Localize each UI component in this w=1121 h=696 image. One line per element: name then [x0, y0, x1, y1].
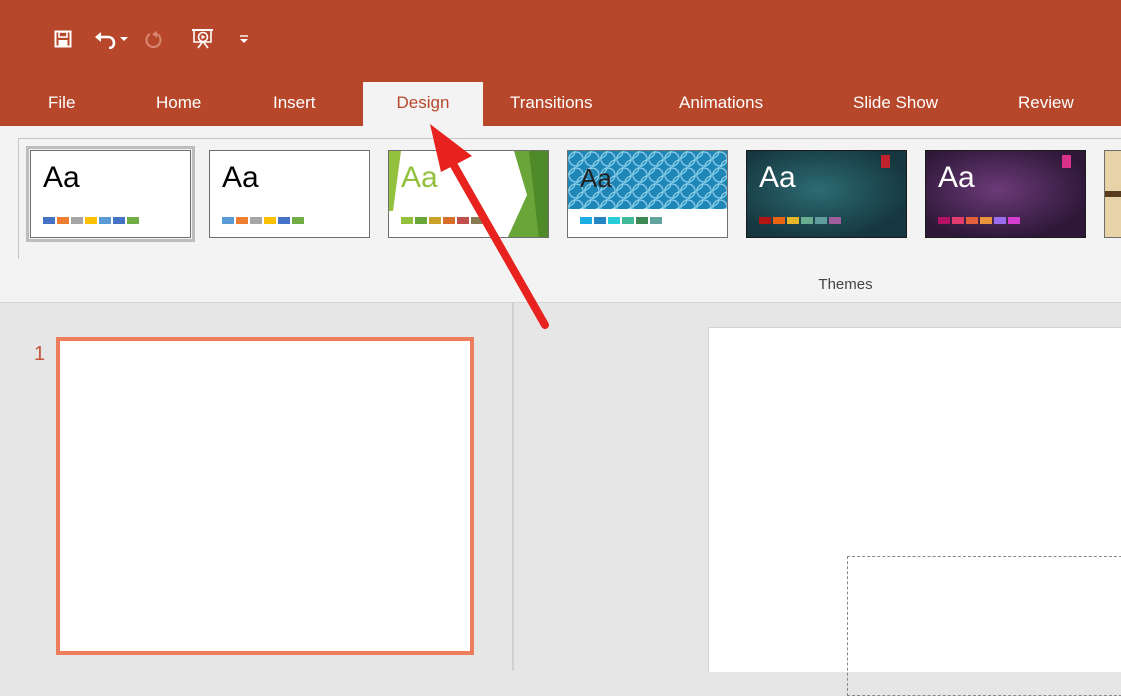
tab-transitions[interactable]: Transitions	[510, 80, 593, 126]
theme-facet[interactable]: Aa	[388, 150, 549, 238]
color-swatch	[980, 217, 992, 224]
color-swatch	[594, 217, 606, 224]
tab-review[interactable]: Review	[1018, 80, 1074, 126]
theme-color-swatches	[759, 217, 841, 224]
color-swatch	[580, 217, 592, 224]
ribbon-tab-bar: File Home Insert Design Transitions Anim…	[0, 80, 1121, 126]
color-swatch	[57, 217, 69, 224]
theme-stripe	[1105, 191, 1121, 197]
theme-color-swatches	[401, 217, 483, 224]
color-swatch	[264, 217, 276, 224]
color-swatch	[236, 217, 248, 224]
redo-icon	[145, 31, 162, 48]
color-swatch	[952, 217, 964, 224]
title-placeholder[interactable]	[847, 556, 1121, 696]
color-swatch	[773, 217, 785, 224]
save-icon	[54, 30, 72, 48]
tab-animations[interactable]: Animations	[679, 80, 763, 126]
color-swatch	[292, 217, 304, 224]
theme-preview-text: Aa	[43, 161, 80, 194]
color-swatch	[636, 217, 648, 224]
redo-button[interactable]	[142, 26, 166, 52]
color-swatch	[43, 217, 55, 224]
theme-accent-block	[1062, 155, 1071, 168]
start-from-beginning-icon	[192, 29, 213, 49]
color-swatch	[222, 217, 234, 224]
customize-qat-button[interactable]	[234, 26, 254, 52]
color-swatch	[1008, 217, 1020, 224]
theme-ion[interactable]: Aa	[746, 150, 907, 238]
theme-accent-block	[881, 155, 890, 168]
color-swatch	[759, 217, 771, 224]
slide-canvas[interactable]	[708, 327, 1121, 696]
quick-access-toolbar	[48, 26, 254, 52]
color-swatch	[401, 217, 413, 224]
color-swatch	[85, 217, 97, 224]
theme-color-swatches	[222, 217, 304, 224]
color-swatch	[127, 217, 139, 224]
undo-dropdown-button[interactable]	[118, 26, 130, 52]
color-swatch	[938, 217, 950, 224]
design-ribbon: Aa Aa Aa Aa Aa Aa Themes	[0, 126, 1121, 302]
slide-thumbnail[interactable]	[56, 337, 474, 655]
theme-color-swatches	[580, 217, 662, 224]
save-button[interactable]	[48, 26, 78, 52]
themes-group-label: Themes	[818, 276, 873, 293]
color-swatch	[829, 217, 841, 224]
theme-color-swatches	[43, 217, 139, 224]
theme-preview-text: Aa	[938, 161, 975, 194]
color-swatch	[99, 217, 111, 224]
color-swatch	[994, 217, 1006, 224]
tab-slide-show[interactable]: Slide Show	[853, 80, 938, 126]
undo-dropdown-icon	[120, 37, 128, 41]
theme-preview-text: Aa	[580, 163, 612, 193]
customize-qat-icon	[240, 35, 248, 43]
color-swatch	[278, 217, 290, 224]
theme-integral[interactable]: Aa	[567, 150, 728, 238]
theme-office-theme[interactable]: Aa	[209, 150, 370, 238]
color-swatch	[250, 217, 262, 224]
color-swatch	[443, 217, 455, 224]
slide-number: 1	[34, 343, 46, 365]
start-from-beginning-button[interactable]	[186, 26, 220, 52]
color-swatch	[815, 217, 827, 224]
title-bar	[0, 0, 1121, 80]
tab-file[interactable]: File	[48, 80, 75, 126]
color-swatch	[71, 217, 83, 224]
color-swatch	[113, 217, 125, 224]
color-swatch	[801, 217, 813, 224]
undo-button[interactable]	[92, 26, 118, 52]
color-swatch	[787, 217, 799, 224]
color-swatch	[429, 217, 441, 224]
theme-color-swatches	[938, 217, 1020, 224]
slide-editor	[514, 303, 1121, 696]
color-swatch	[966, 217, 978, 224]
theme-ion-boardroom[interactable]: Aa	[925, 150, 1086, 238]
color-swatch	[415, 217, 427, 224]
theme-partial-next[interactable]	[1104, 150, 1121, 238]
tab-home[interactable]: Home	[156, 80, 201, 126]
undo-icon	[95, 32, 116, 49]
theme-office[interactable]: Aa	[26, 146, 195, 242]
slide-thumbnail-pane: 1	[0, 303, 512, 671]
color-swatch	[471, 217, 483, 224]
color-swatch	[650, 217, 662, 224]
theme-preview-text: Aa	[401, 161, 438, 194]
tab-insert[interactable]: Insert	[273, 80, 316, 126]
tab-design[interactable]: Design	[363, 82, 483, 126]
color-swatch	[608, 217, 620, 224]
color-swatch	[457, 217, 469, 224]
color-swatch	[622, 217, 634, 224]
theme-preview-text: Aa	[759, 161, 796, 194]
theme-preview-text: Aa	[222, 161, 259, 194]
